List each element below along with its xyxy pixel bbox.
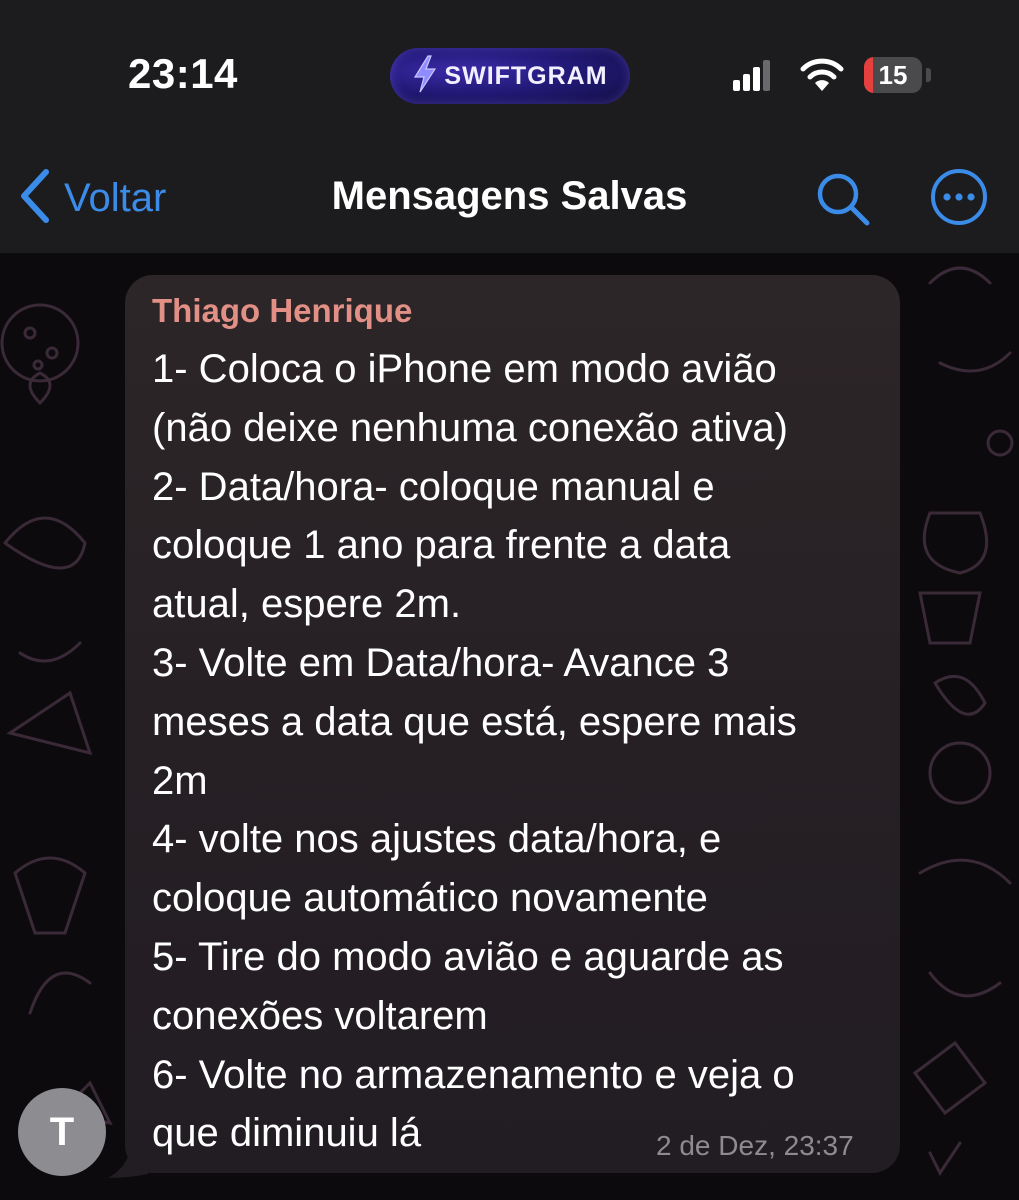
battery-icon: 15: [864, 57, 922, 93]
more-icon: [930, 169, 988, 230]
signal-icon: [733, 60, 771, 97]
message-timestamp: 2 de Dez, 23:37: [656, 1130, 854, 1161]
app-badge-label: SWIFTGRAM: [444, 61, 608, 90]
battery-cap: [926, 68, 931, 82]
battery-level: 15: [878, 60, 908, 90]
avatar-initial: T: [49, 1109, 75, 1154]
lightning-icon: [412, 54, 438, 98]
search-icon: [814, 173, 872, 232]
swiftgram-badge: SWIFTGRAM: [390, 48, 630, 104]
avatar[interactable]: T: [18, 1088, 106, 1176]
status-time: 23:14: [128, 50, 238, 97]
message-text: 1- Coloca o iPhone em modo avião (não de…: [152, 347, 797, 1156]
sender-name[interactable]: Thiago Henrique: [152, 292, 412, 330]
search-button[interactable]: [814, 170, 872, 233]
wifi-icon: [800, 57, 844, 98]
more-button[interactable]: [930, 168, 988, 231]
